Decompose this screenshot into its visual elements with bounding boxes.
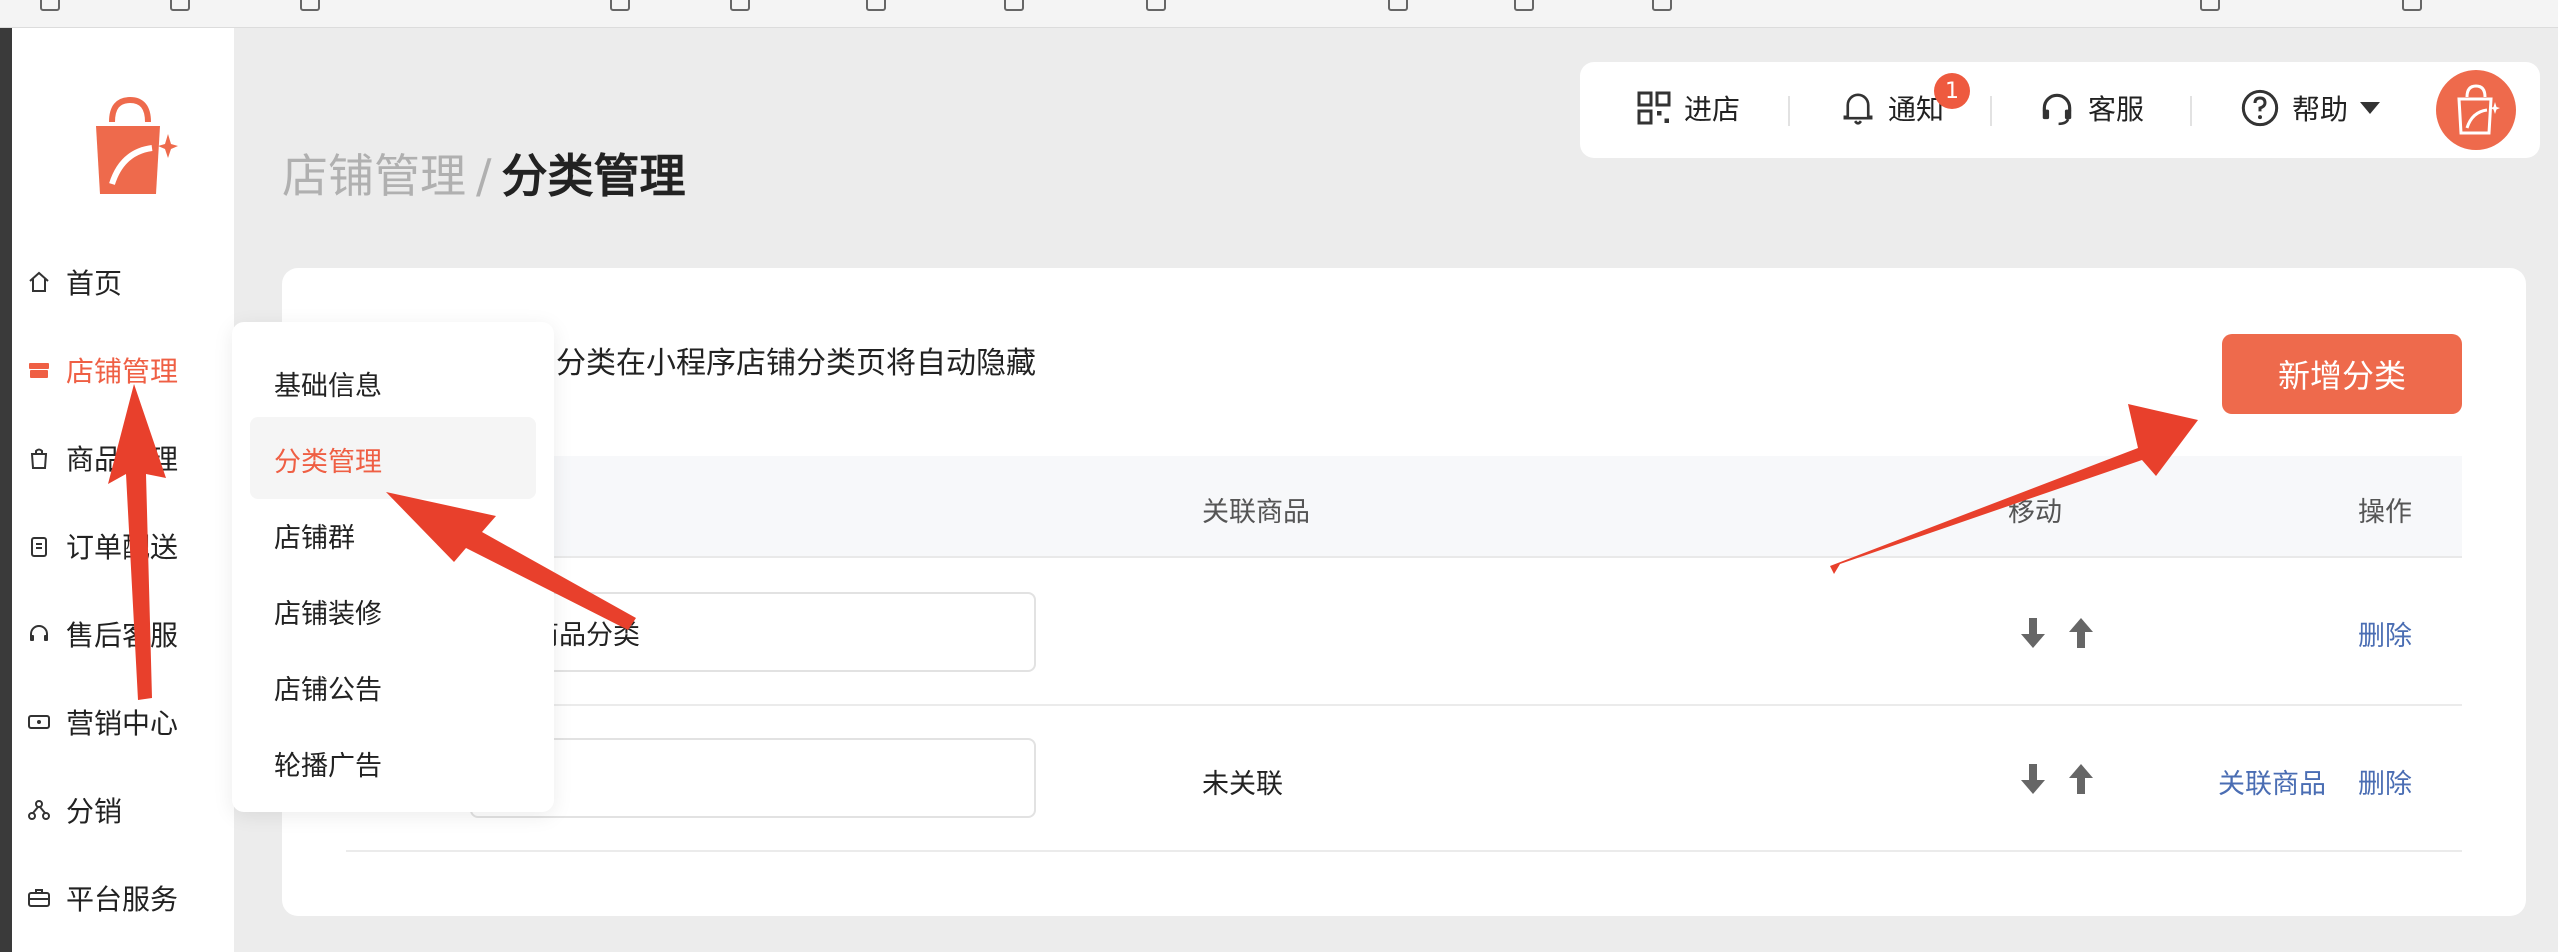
submenu-item-basic-info[interactable]: 基础信息 xyxy=(274,364,382,403)
notifications-button[interactable]: 通知 xyxy=(1840,88,1944,128)
sidebar-item-label: 平台服务 xyxy=(66,883,179,916)
bookmarks-bar xyxy=(0,0,2558,28)
bookmark-folder-icon[interactable] xyxy=(1652,0,1672,14)
bookmark-folder-icon[interactable] xyxy=(610,0,630,14)
share-icon xyxy=(26,797,52,823)
qr-code-icon xyxy=(1637,91,1671,125)
submenu-item-store-decoration[interactable]: 店铺装修 xyxy=(274,592,382,631)
clipboard-icon xyxy=(26,533,52,559)
add-category-button[interactable]: 新增分类 xyxy=(2222,334,2462,414)
help-menu-button[interactable]: 帮助 xyxy=(2240,88,2381,128)
sidebar-item-label: 商品管理 xyxy=(66,443,179,476)
breadcrumb: 店铺管理 / 分类管理 xyxy=(282,140,686,206)
submenu-item-store-announcement[interactable]: 店铺公告 xyxy=(274,668,382,707)
bookmark-folder-icon[interactable] xyxy=(300,0,320,14)
bookmark-folder-icon[interactable] xyxy=(170,0,190,14)
sidebar-item-after-sales[interactable]: 售后客服 xyxy=(26,614,178,654)
sidebar-item-label: 分销 xyxy=(66,795,123,828)
bookmark-folder-icon[interactable] xyxy=(2402,0,2422,14)
sidebar-item-marketing[interactable]: 营销中心 xyxy=(26,702,178,742)
category-name-input[interactable] xyxy=(470,738,1036,818)
sidebar-item-platform-services[interactable]: 平台服务 xyxy=(26,878,178,918)
store-management-submenu: 基础信息 分类管理 店铺群 店铺装修 店铺公告 轮播广告 xyxy=(232,322,554,812)
page-title: 分类管理 xyxy=(501,149,686,203)
notification-badge: 1 xyxy=(1934,73,1970,109)
bookmark-folder-icon[interactable] xyxy=(40,0,60,14)
sidebar-item-distribution[interactable]: 分销 xyxy=(26,790,122,830)
sidebar-item-label: 首页 xyxy=(66,267,123,300)
caret-down-icon xyxy=(2360,102,2381,114)
customer-service-button[interactable]: 客服 xyxy=(2038,88,2144,128)
breadcrumb-parent[interactable]: 店铺管理 xyxy=(282,149,466,203)
delete-link[interactable]: 删除 xyxy=(2358,762,2412,801)
sidebar-item-label: 店铺管理 xyxy=(66,355,179,388)
bookmark-folder-icon[interactable] xyxy=(1004,0,1024,14)
hint-text: 的分类在小程序店铺分类页将自动隐藏 xyxy=(526,346,1036,381)
shop-avatar-icon xyxy=(2457,84,2500,135)
column-header-actions: 操作 xyxy=(2358,497,2412,528)
ticket-icon xyxy=(26,709,52,735)
headset-icon xyxy=(2042,93,2072,126)
headset-icon xyxy=(26,621,52,647)
shop-logo-icon xyxy=(96,96,178,194)
divider xyxy=(1990,96,1992,126)
briefcase-icon xyxy=(26,885,52,911)
sidebar-item-home[interactable]: 首页 xyxy=(26,262,122,302)
bag-icon xyxy=(26,445,52,471)
home-icon xyxy=(26,269,52,295)
delete-link[interactable]: 删除 xyxy=(2358,614,2412,653)
help-circle-icon xyxy=(2241,89,2279,127)
submenu-item-category-management[interactable]: 分类管理 xyxy=(274,440,382,479)
move-down-icon[interactable] xyxy=(2020,764,2046,794)
bookmark-folder-icon[interactable] xyxy=(2200,0,2220,14)
divider xyxy=(1788,96,1790,126)
bookmark-folder-icon[interactable] xyxy=(730,0,750,14)
divider xyxy=(2190,96,2192,126)
submenu-item-carousel-ads[interactable]: 轮播广告 xyxy=(274,744,382,783)
column-header-move: 移动 xyxy=(2008,497,2062,528)
bookmark-folder-icon[interactable] xyxy=(1514,0,1534,14)
sidebar-item-label: 订单配送 xyxy=(66,531,179,564)
enter-store-button[interactable]: 进店 xyxy=(1636,88,1740,128)
row-divider xyxy=(346,850,2462,852)
sidebar-item-label: 售后客服 xyxy=(66,619,179,652)
sidebar-item-store-management[interactable]: 店铺管理 xyxy=(26,350,178,390)
bell-icon xyxy=(1843,93,1873,125)
bookmark-folder-icon[interactable] xyxy=(866,0,886,14)
column-header-linked: 关联商品 xyxy=(1202,497,1310,528)
move-up-icon[interactable] xyxy=(2068,764,2094,794)
store-icon xyxy=(26,357,52,383)
window-edge xyxy=(0,28,12,952)
move-down-icon[interactable] xyxy=(2020,618,2046,648)
table-header xyxy=(346,456,2462,558)
bookmark-folder-icon[interactable] xyxy=(1146,0,1166,14)
enter-store-label: 进店 xyxy=(1684,93,1741,126)
customer-service-label: 客服 xyxy=(2088,93,2145,126)
sidebar-item-orders[interactable]: 订单配送 xyxy=(26,526,178,566)
link-products-link[interactable]: 关联商品 xyxy=(2218,762,2326,801)
breadcrumb-separator: / xyxy=(476,149,492,203)
help-label: 帮助 xyxy=(2292,93,2349,126)
move-up-icon[interactable] xyxy=(2068,618,2094,648)
sidebar-item-label: 营销中心 xyxy=(66,707,179,740)
category-name-input[interactable]: 商品分类 xyxy=(470,592,1036,672)
sidebar-item-product-management[interactable]: 商品管理 xyxy=(26,438,178,478)
avatar[interactable] xyxy=(2436,70,2516,150)
submenu-item-store-group[interactable]: 店铺群 xyxy=(274,516,355,555)
linked-status: 未关联 xyxy=(1202,769,1283,800)
row-divider xyxy=(346,704,2462,706)
bookmark-folder-icon[interactable] xyxy=(1388,0,1408,14)
